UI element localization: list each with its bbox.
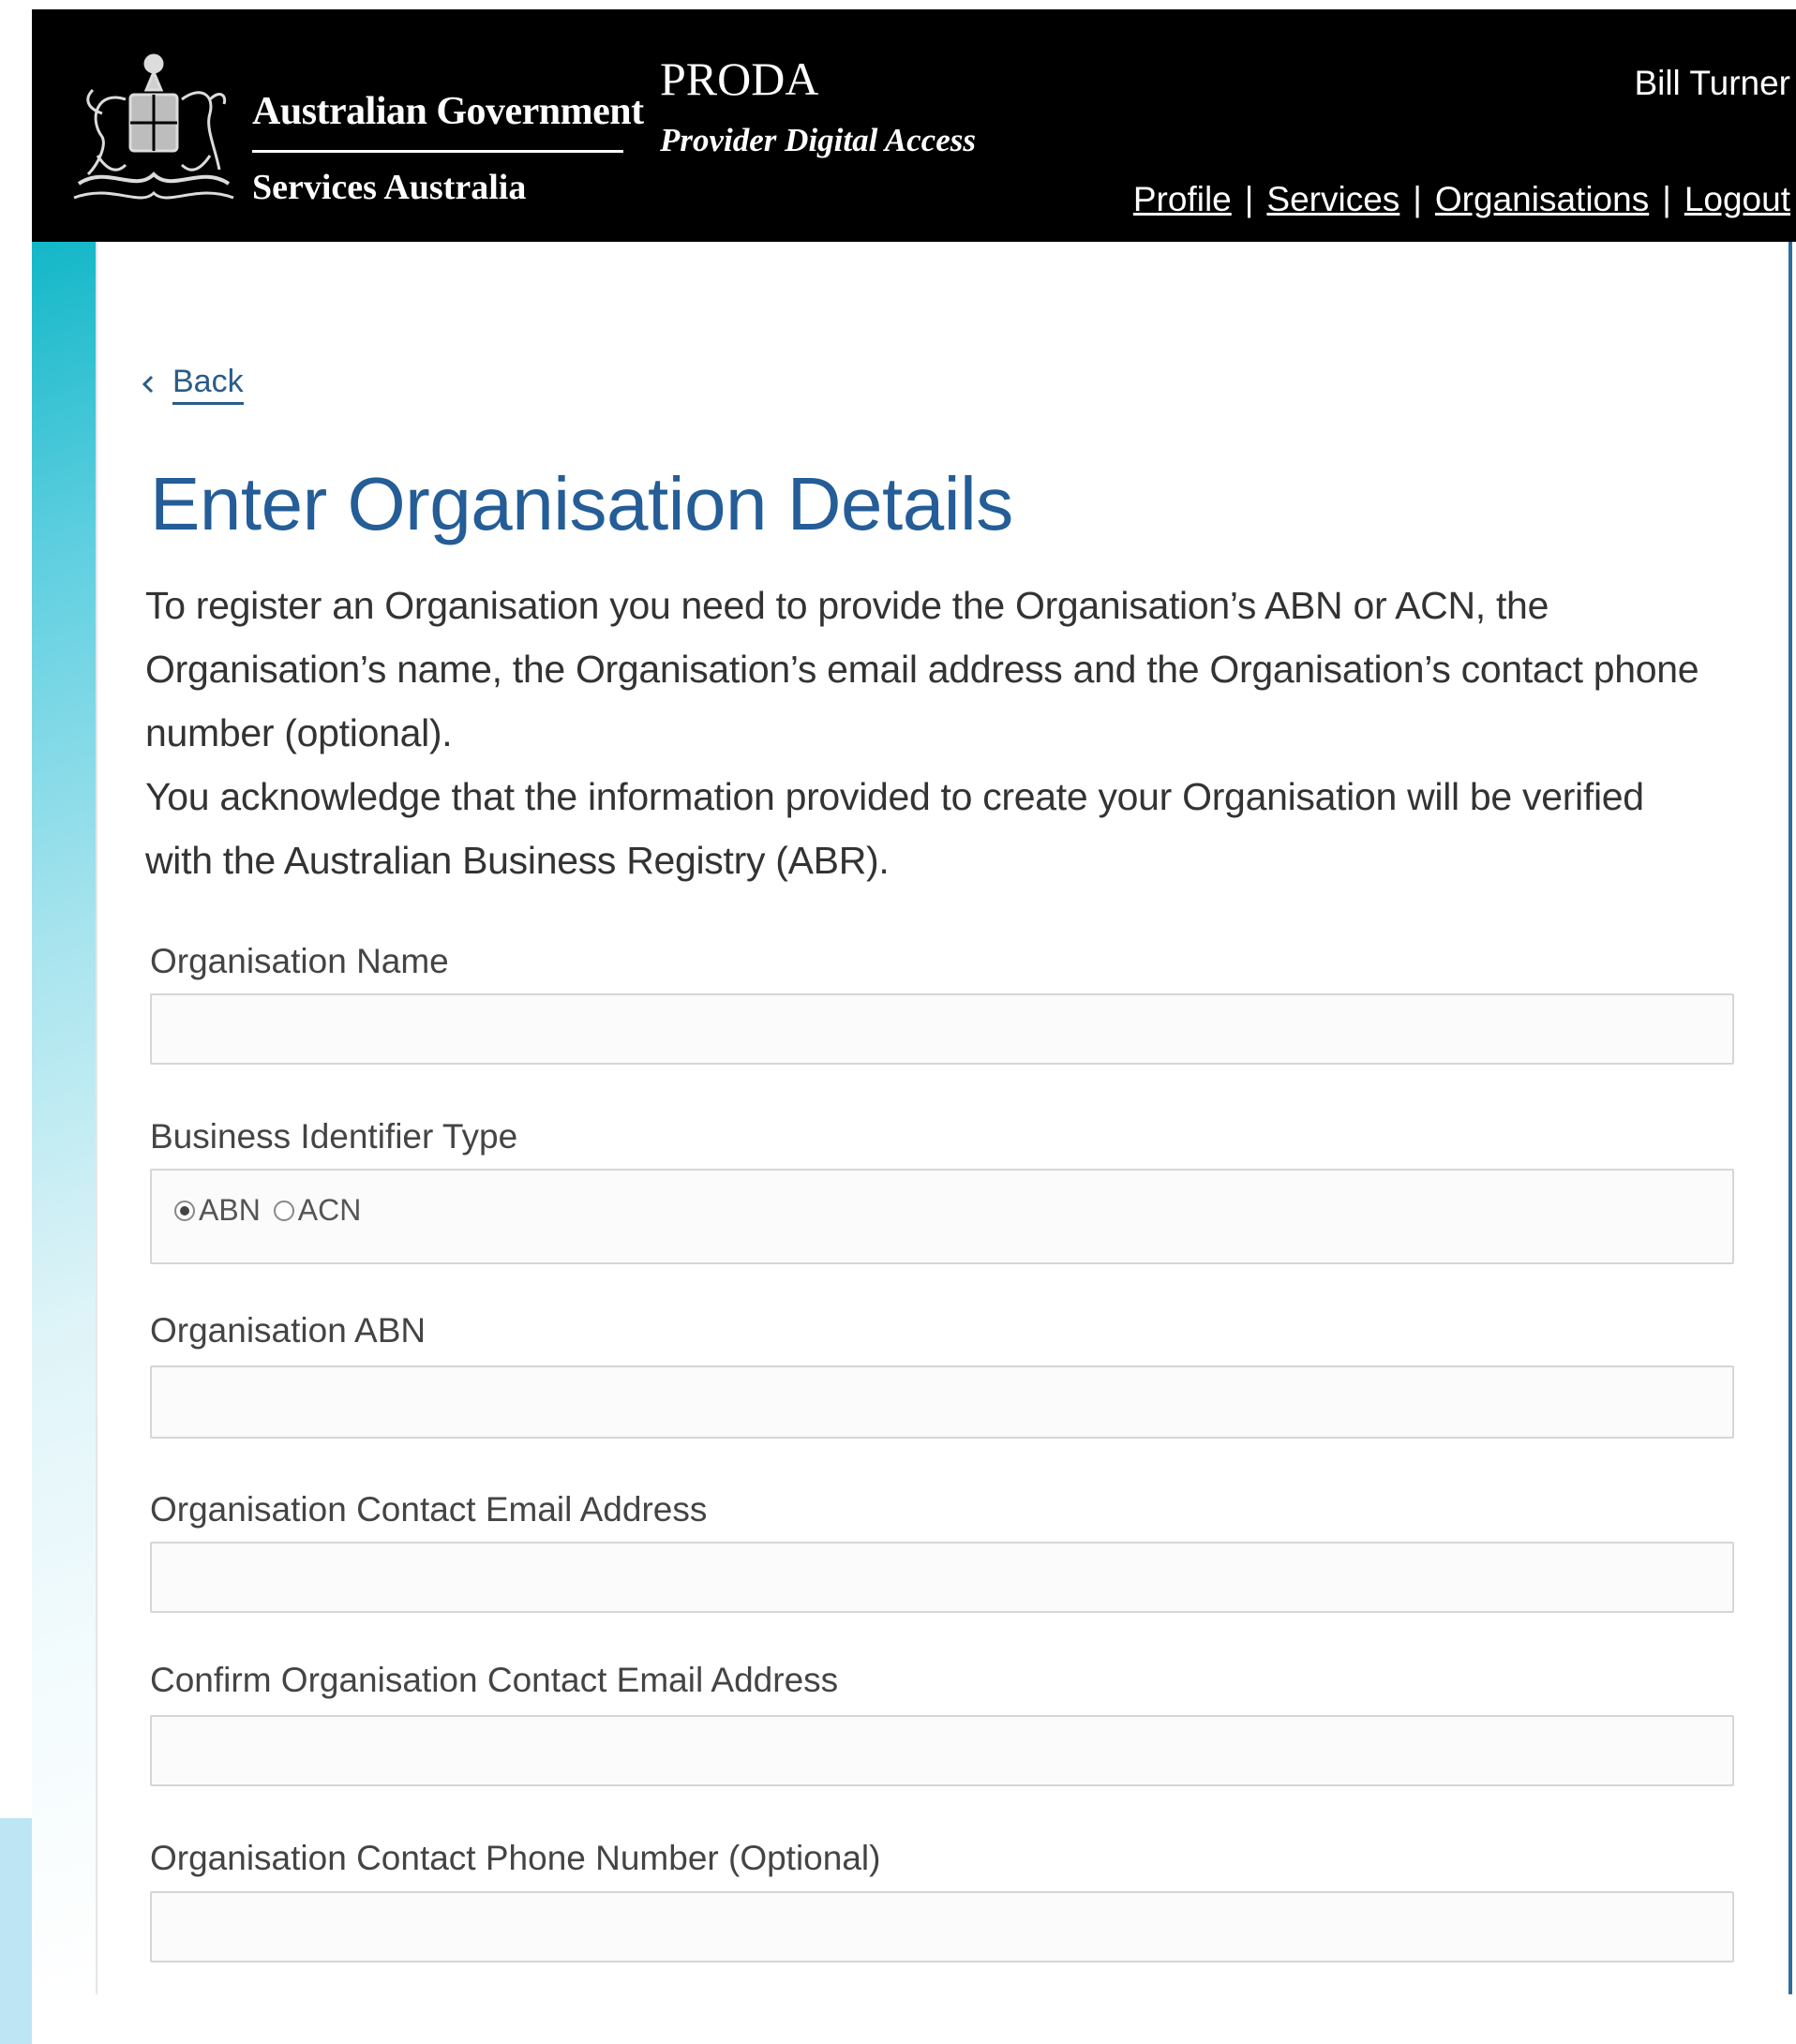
org-abn-input[interactable] — [152, 1367, 1732, 1437]
email-input[interactable] — [152, 1544, 1732, 1611]
decorative-side-panel — [32, 242, 96, 1997]
user-name: Bill Turner — [1634, 64, 1790, 102]
org-name-field-box — [150, 993, 1734, 1065]
nav-separator: | — [1662, 180, 1671, 218]
chevron-left-icon — [142, 375, 154, 394]
phone-input[interactable] — [152, 1893, 1732, 1961]
agency-name: Services Australia — [252, 168, 527, 207]
coat-of-arms-icon — [73, 53, 234, 200]
header-divider — [252, 150, 623, 153]
org-abn-label: Organisation ABN — [150, 1311, 427, 1350]
confirm-email-input[interactable] — [152, 1717, 1732, 1784]
nav-organisations-link[interactable]: Organisations — [1435, 180, 1649, 219]
back-link[interactable]: Back — [141, 364, 244, 405]
app-title: PRODA — [660, 52, 819, 105]
nav-separator: | — [1413, 180, 1422, 218]
email-label: Organisation Contact Email Address — [150, 1490, 708, 1529]
confirm-email-field-box — [150, 1715, 1734, 1786]
intro-text: To register an Organisation you need to … — [145, 574, 1701, 892]
site-header: Australian Government Services Australia… — [32, 9, 1796, 242]
intro-paragraph: You acknowledge that the information pro… — [145, 775, 1644, 882]
acn-radio[interactable] — [273, 1200, 294, 1221]
content-left-border — [96, 242, 97, 1994]
phone-label: Organisation Contact Phone Number (Optio… — [150, 1839, 881, 1877]
content-right-border — [1789, 242, 1792, 1994]
top-navigation: Profile | Services | Organisations | Log… — [1133, 180, 1790, 219]
abn-radio-label: ABN — [199, 1193, 261, 1227]
nav-separator: | — [1244, 180, 1254, 218]
confirm-email-label: Confirm Organisation Contact Email Addre… — [150, 1661, 839, 1699]
government-name: Australian Government — [252, 90, 644, 133]
org-name-input[interactable] — [152, 995, 1732, 1063]
identifier-type-label: Business Identifier Type — [150, 1117, 518, 1156]
identifier-type-box: ABN ACN — [150, 1169, 1734, 1264]
nav-services-link[interactable]: Services — [1266, 180, 1399, 219]
nav-profile-link[interactable]: Profile — [1133, 180, 1232, 219]
decorative-corner-block — [0, 1818, 32, 2044]
page-title: Enter Organisation Details — [150, 462, 1013, 545]
nav-logout-link[interactable]: Logout — [1684, 180, 1790, 219]
app-subtitle: Provider Digital Access — [660, 122, 976, 158]
back-label: Back — [172, 364, 244, 405]
abn-radio[interactable] — [174, 1200, 195, 1221]
org-name-label: Organisation Name — [150, 942, 449, 980]
intro-paragraph: To register an Organisation you need to … — [145, 584, 1699, 754]
acn-radio-label: ACN — [297, 1193, 362, 1227]
identifier-type-radio-group: ABN ACN — [174, 1193, 361, 1228]
phone-field-box — [150, 1891, 1734, 1962]
email-field-box — [150, 1542, 1734, 1613]
org-abn-field-box — [150, 1365, 1734, 1439]
